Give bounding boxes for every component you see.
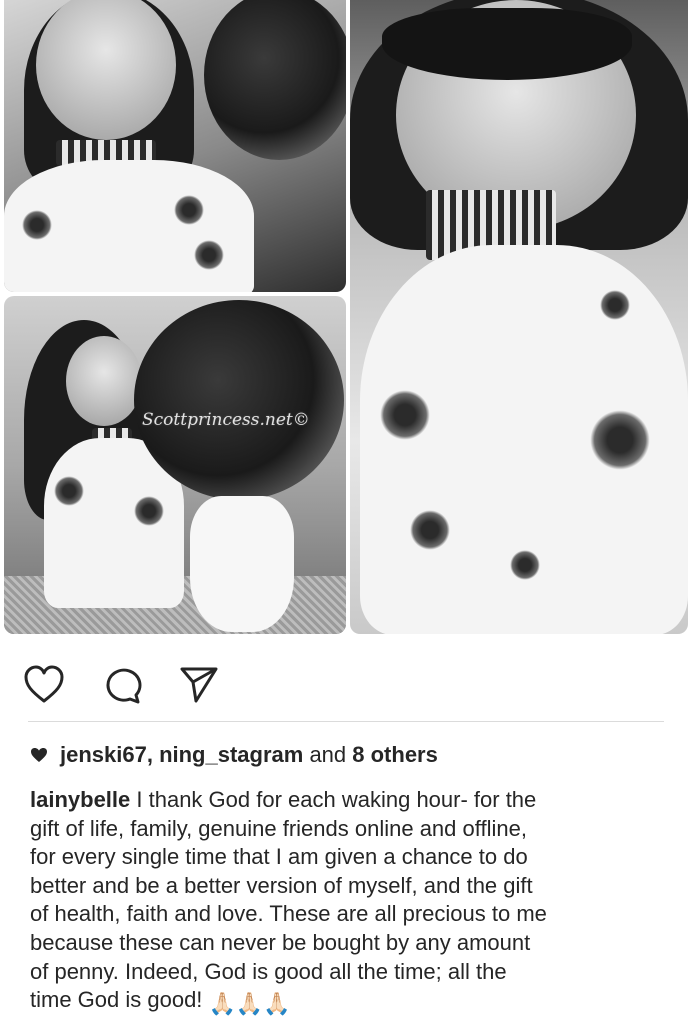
praying-hands-icon: 🙏🏻🙏🏻🙏🏻: [208, 991, 291, 1017]
caption-line-1: lainybelle I thank God for each waking h…: [30, 786, 670, 815]
white-vase: [190, 496, 294, 632]
flower-print: [134, 496, 164, 526]
likes-connector: and: [303, 742, 353, 767]
caption-text-end: time God is good!: [30, 987, 203, 1013]
photo-bottom-left: Scottprincess.net©: [4, 296, 346, 634]
caption-line-2: gift of life, family, genuine friends on…: [30, 815, 527, 841]
caption-line-8: time God is good! 🙏🏻🙏🏻🙏🏻: [30, 986, 670, 1019]
caption-line-7: of penny. Indeed, God is good all the ti…: [30, 958, 507, 984]
section-divider: [28, 721, 664, 722]
paper-plane-icon: [180, 667, 218, 703]
caption-text: I thank God for each waking hour- for th…: [130, 787, 537, 812]
like-button[interactable]: [21, 662, 67, 708]
caption-line-3: for every single time that I am given a …: [30, 844, 528, 870]
photo-right: [350, 0, 688, 634]
flower-print: [194, 240, 224, 270]
flowers-background: [204, 0, 346, 160]
heart-outline-icon: [24, 665, 64, 703]
comment-button[interactable]: [99, 662, 145, 708]
caption-username[interactable]: lainybelle: [30, 787, 130, 812]
face: [66, 336, 142, 426]
photo-top-left: [4, 0, 346, 292]
likes-others-link[interactable]: 8 others: [352, 742, 438, 768]
flower-print: [590, 410, 650, 470]
flower-print: [54, 476, 84, 506]
heart-filled-icon: [30, 747, 48, 763]
likes-summary[interactable]: jenski67, ning_stagram and 8 others: [30, 742, 438, 768]
post-actions-bar: [0, 656, 691, 712]
share-button[interactable]: [176, 662, 222, 708]
liked-by-users[interactable]: jenski67, ning_stagram: [60, 742, 303, 768]
caption-line-5: of health, faith and love. These are all…: [30, 901, 547, 927]
sunglasses: [382, 8, 632, 80]
caption-line-4: better and be a better version of myself…: [30, 872, 533, 898]
flower-print: [410, 510, 450, 550]
photo-collage[interactable]: Scottprincess.net©: [0, 0, 691, 640]
flower-print: [600, 290, 630, 320]
watermark: Scottprincess.net©: [142, 410, 310, 430]
caption-line-6: because these can never be bought by any…: [30, 929, 531, 955]
flower-print: [174, 195, 204, 225]
comment-bubble-icon: [106, 668, 142, 704]
post-caption: lainybelle I thank God for each waking h…: [30, 786, 670, 1019]
flower-print: [510, 550, 540, 580]
flower-print: [380, 390, 430, 440]
flower-print: [22, 210, 52, 240]
rose-bouquet: [134, 300, 344, 500]
